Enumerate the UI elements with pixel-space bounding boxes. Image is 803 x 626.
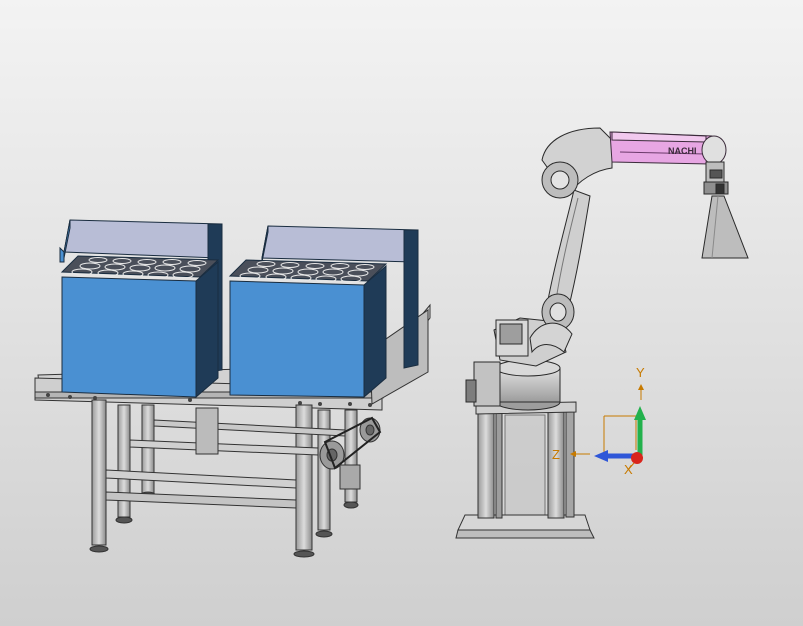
z-axis-arrow[interactable] [570, 450, 638, 462]
z-axis-label: Z [552, 447, 560, 462]
cad-scene: NACHI Y Z X [34, 127, 749, 558]
robot-brand-label: NACHI [668, 146, 697, 156]
robot-wrist-gripper [701, 161, 749, 259]
robot-upper-arm: NACHI [609, 131, 727, 165]
cad-viewport[interactable]: NACHI Y Z X [0, 0, 803, 626]
robot-pedestal [455, 401, 595, 539]
robot-lower-arm [529, 189, 591, 354]
robot-elbow [541, 127, 613, 199]
bin-front-left [60, 255, 220, 399]
y-axis-label: Y [636, 365, 645, 380]
x-axis-label: X [624, 462, 633, 477]
